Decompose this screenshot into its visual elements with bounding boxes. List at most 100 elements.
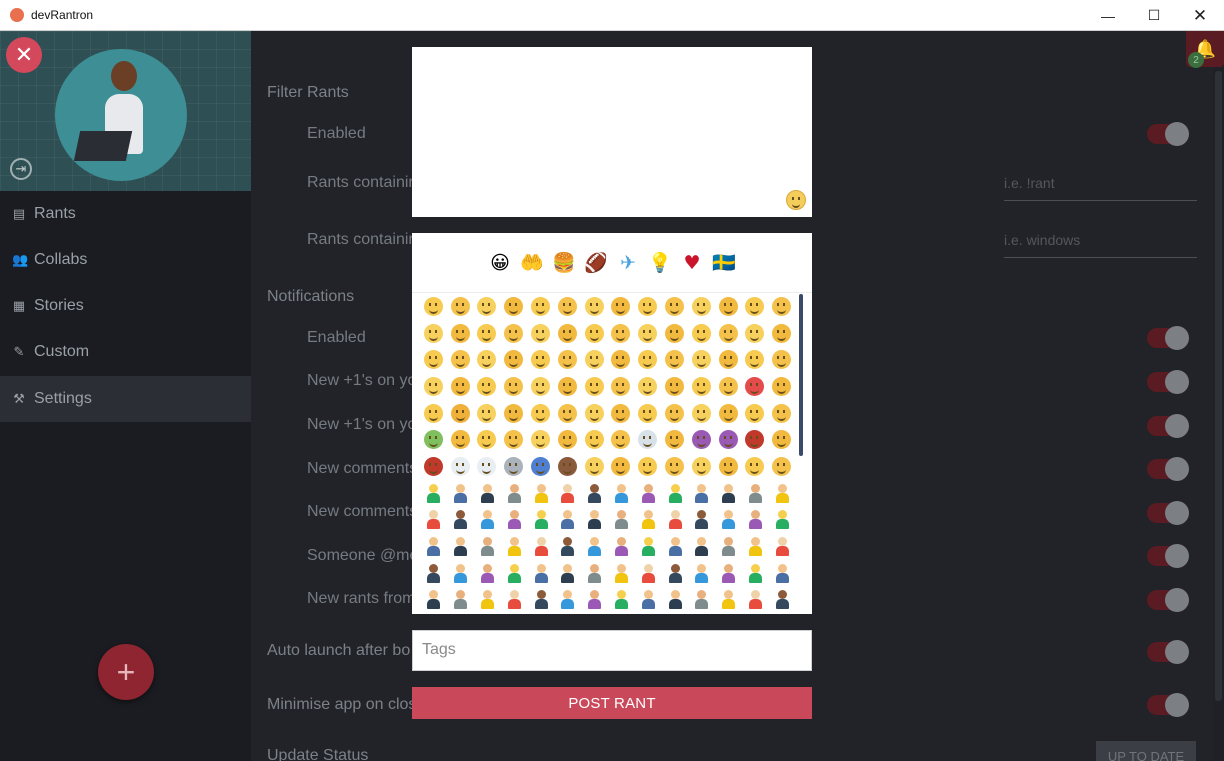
emoji-face-icon[interactable] <box>420 373 447 400</box>
emoji-person-icon[interactable] <box>554 533 581 560</box>
emoji-face-icon[interactable] <box>527 373 554 400</box>
emoji-face-icon[interactable] <box>581 346 608 373</box>
emoji-person-icon[interactable] <box>715 480 742 507</box>
emoji-face-icon[interactable] <box>554 346 581 373</box>
emoji-person-icon[interactable] <box>715 533 742 560</box>
emoji-face-icon[interactable] <box>500 346 527 373</box>
emoji-person-icon[interactable] <box>500 533 527 560</box>
plus1-rants-toggle[interactable] <box>1147 370 1189 394</box>
new-rant-button[interactable]: + <box>98 644 154 700</box>
emoji-face-icon[interactable] <box>500 293 527 320</box>
emoji-face-icon[interactable] <box>742 426 769 453</box>
emoji-face-icon[interactable] <box>527 293 554 320</box>
emoji-face-icon[interactable] <box>581 320 608 347</box>
emoji-person-icon[interactable] <box>661 587 688 614</box>
emoji-face-icon[interactable] <box>661 426 688 453</box>
emoji-face-icon[interactable] <box>688 453 715 480</box>
emoji-face-icon[interactable] <box>688 400 715 427</box>
emoji-person-icon[interactable] <box>661 480 688 507</box>
emoji-face-icon[interactable] <box>768 400 795 427</box>
emoji-face-icon[interactable] <box>527 453 554 480</box>
emoji-face-icon[interactable] <box>420 293 447 320</box>
emoji-face-icon[interactable] <box>447 293 474 320</box>
sidebar-item-custom[interactable]: ✎ Custom <box>0 329 251 375</box>
emoji-person-icon[interactable] <box>447 507 474 534</box>
emoji-person-icon[interactable] <box>634 587 661 614</box>
smileys-icon[interactable]: 😀 <box>484 252 516 274</box>
emoji-face-icon[interactable] <box>500 320 527 347</box>
emoji-person-icon[interactable] <box>474 480 501 507</box>
flags-icon[interactable]: 🇸🇪 <box>708 251 740 274</box>
post-rant-button[interactable]: POST RANT <box>412 687 812 719</box>
emoji-face-icon[interactable] <box>742 400 769 427</box>
emoji-face-icon[interactable] <box>527 426 554 453</box>
emoji-person-icon[interactable] <box>742 533 769 560</box>
emoji-face-icon[interactable] <box>447 320 474 347</box>
emoji-person-icon[interactable] <box>420 480 447 507</box>
emoji-person-icon[interactable] <box>581 560 608 587</box>
emoji-person-icon[interactable] <box>688 480 715 507</box>
emoji-face-icon[interactable] <box>581 400 608 427</box>
emoji-person-icon[interactable] <box>474 587 501 614</box>
emoji-face-icon[interactable] <box>661 373 688 400</box>
emoji-face-icon[interactable] <box>608 346 635 373</box>
new-comments-toggle[interactable] <box>1147 501 1189 525</box>
emoji-face-icon[interactable] <box>688 320 715 347</box>
emoji-person-icon[interactable] <box>527 480 554 507</box>
emoji-person-icon[interactable] <box>500 480 527 507</box>
emoji-face-icon[interactable] <box>768 453 795 480</box>
emoji-face-icon[interactable] <box>661 320 688 347</box>
emoji-face-icon[interactable] <box>768 373 795 400</box>
emoji-scrollbar-thumb[interactable] <box>799 294 803 456</box>
emoji-face-icon[interactable] <box>527 346 554 373</box>
food-icon[interactable]: 🍔 <box>548 251 580 274</box>
emoji-face-icon[interactable] <box>420 400 447 427</box>
emoji-person-icon[interactable] <box>768 507 795 534</box>
emoji-face-icon[interactable] <box>608 293 635 320</box>
emoji-face-icon[interactable] <box>581 293 608 320</box>
emoji-person-icon[interactable] <box>447 587 474 614</box>
emoji-face-icon[interactable] <box>554 453 581 480</box>
avatar[interactable] <box>55 49 187 181</box>
emoji-face-icon[interactable] <box>688 293 715 320</box>
emoji-face-icon[interactable] <box>500 453 527 480</box>
travel-icon[interactable]: ✈ <box>612 252 644 274</box>
emoji-face-icon[interactable] <box>634 400 661 427</box>
emoji-face-icon[interactable] <box>474 346 501 373</box>
emoji-face-icon[interactable] <box>661 400 688 427</box>
emoji-face-icon[interactable] <box>554 373 581 400</box>
emoji-face-icon[interactable] <box>661 346 688 373</box>
close-window-button[interactable]: ✕ <box>1177 0 1223 31</box>
emoji-person-icon[interactable] <box>715 560 742 587</box>
emoji-face-icon[interactable] <box>742 346 769 373</box>
emoji-face-icon[interactable] <box>634 453 661 480</box>
emoji-person-icon[interactable] <box>688 560 715 587</box>
emoji-person-icon[interactable] <box>474 533 501 560</box>
emoji-person-icon[interactable] <box>688 533 715 560</box>
emoji-face-icon[interactable] <box>447 453 474 480</box>
emoji-face-icon[interactable] <box>688 373 715 400</box>
emoji-person-icon[interactable] <box>742 560 769 587</box>
emoji-face-icon[interactable] <box>661 453 688 480</box>
symbols-icon[interactable]: ♥ <box>676 252 708 274</box>
emoji-person-icon[interactable] <box>608 480 635 507</box>
emoji-person-icon[interactable] <box>608 587 635 614</box>
emoji-person-icon[interactable] <box>500 587 527 614</box>
emoji-face-icon[interactable] <box>608 373 635 400</box>
rant-textarea[interactable] <box>412 47 812 217</box>
logout-icon[interactable]: ⇥ <box>10 158 32 180</box>
emoji-face-icon[interactable] <box>500 373 527 400</box>
close-composer-button[interactable]: ✕ <box>6 37 42 73</box>
sidebar-item-rants[interactable]: ▤ Rants <box>0 191 251 237</box>
sports-icon[interactable]: 🏈 <box>580 251 612 274</box>
emoji-face-icon[interactable] <box>768 293 795 320</box>
rant-text-area[interactable] <box>412 47 812 217</box>
emoji-face-icon[interactable] <box>420 320 447 347</box>
emoji-person-icon[interactable] <box>742 480 769 507</box>
emoji-face-icon[interactable] <box>420 346 447 373</box>
emoji-face-icon[interactable] <box>715 320 742 347</box>
filter-keywords-input[interactable]: i.e. !rant <box>1004 171 1197 201</box>
emoji-face-icon[interactable] <box>420 453 447 480</box>
emoji-face-icon[interactable] <box>715 346 742 373</box>
emoji-person-icon[interactable] <box>474 560 501 587</box>
